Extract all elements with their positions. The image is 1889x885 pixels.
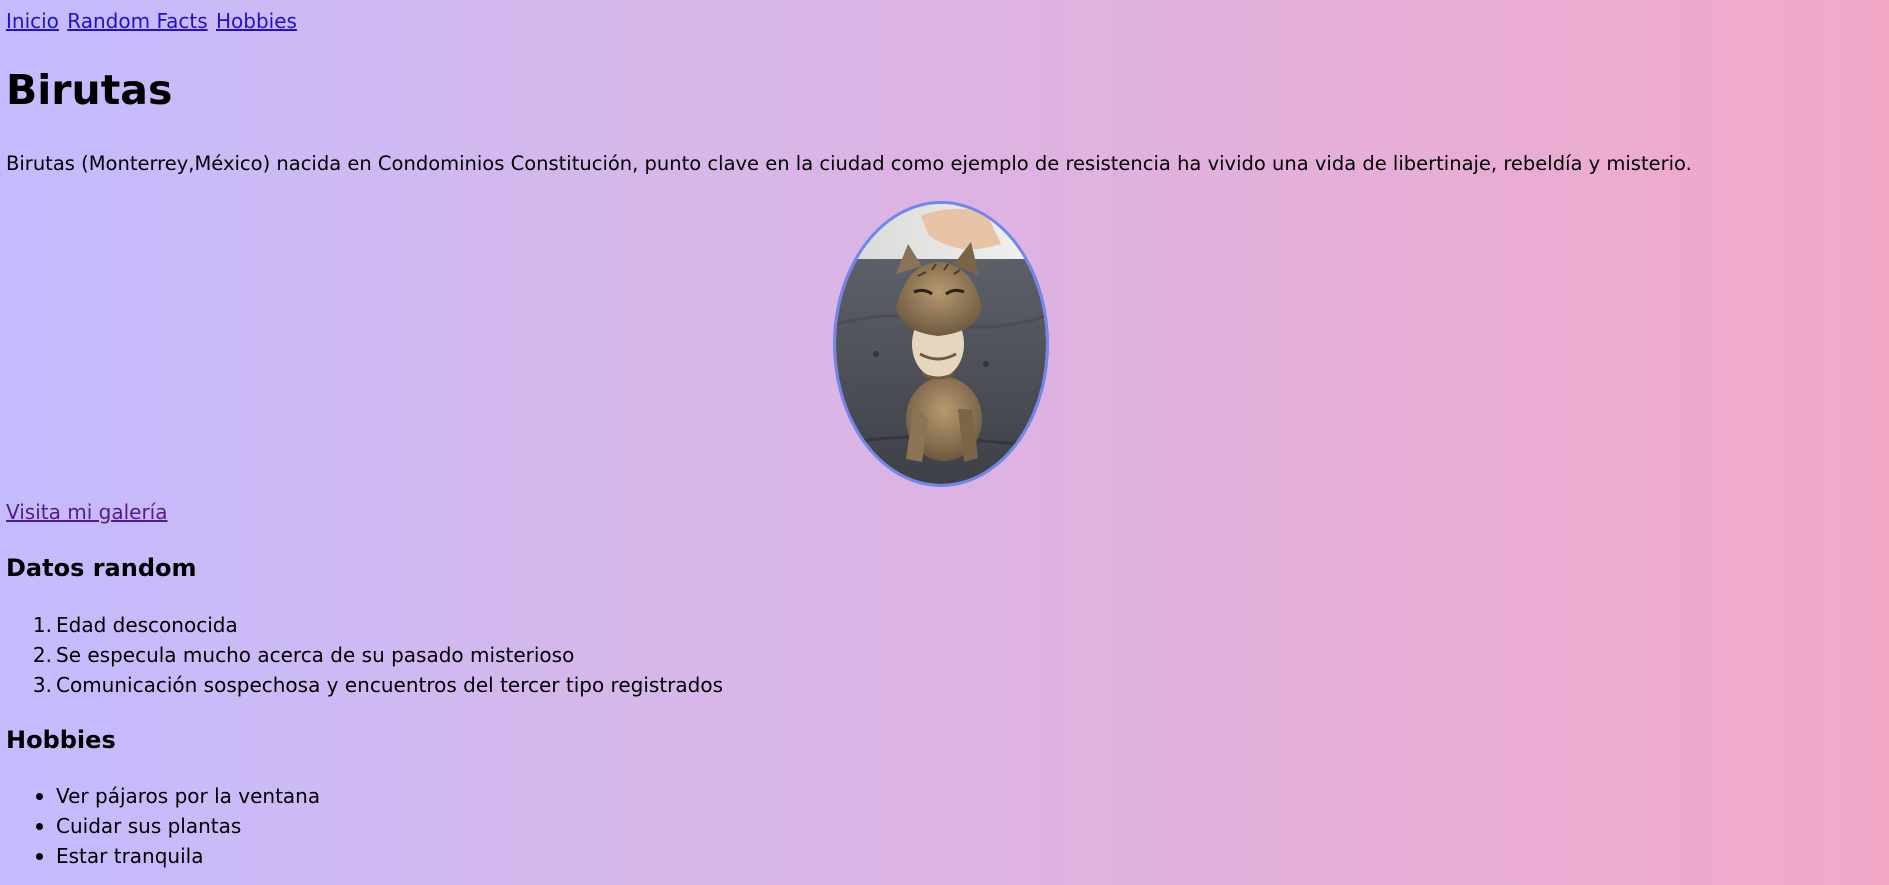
list-item-number: 1. (32, 613, 52, 637)
list-item: 2. Se especula mucho acerca de su pasado… (33, 640, 723, 670)
list-item-label: Cuidar sus plantas (56, 814, 242, 838)
nav-link-inicio[interactable]: Inicio (6, 9, 59, 33)
list-item-number: 2. (32, 643, 52, 667)
list-item: Ver pájaros por la ventana (36, 781, 321, 811)
list-item-number: 3. (32, 673, 52, 697)
hobbies-heading: Hobbies (6, 726, 116, 754)
list-item-label: Comunicación sospechosa y encuentros del… (56, 673, 723, 697)
nav-link-random-facts[interactable]: Random Facts (67, 9, 207, 33)
list-item-label: Edad desconocida (56, 613, 238, 637)
cat-photo-image (836, 204, 1046, 484)
list-item-label: Se especula mucho acerca de su pasado mi… (56, 643, 575, 667)
gallery-link[interactable]: Visita mi galería (6, 500, 167, 524)
intro-paragraph: Birutas (Monterrey,México) nacida en Con… (6, 152, 1692, 175)
bullet-icon (36, 793, 43, 800)
hobbies-list: Ver pájaros por la ventana Cuidar sus pl… (36, 781, 321, 871)
page-title: Birutas (6, 66, 173, 114)
list-item: 3. Comunicación sospechosa y encuentros … (33, 670, 723, 700)
bullet-icon (36, 853, 43, 860)
list-item: 1. Edad desconocida (33, 610, 723, 640)
list-item-label: Ver pájaros por la ventana (56, 784, 321, 808)
list-item: Estar tranquila (36, 841, 320, 871)
bullet-icon (36, 823, 43, 830)
nav-link-hobbies[interactable]: Hobbies (216, 9, 297, 33)
list-item: Cuidar sus plantas (36, 811, 320, 841)
top-nav: Inicio Random Facts Hobbies (6, 9, 299, 33)
list-item-label: Estar tranquila (56, 844, 204, 868)
random-facts-list: 1. Edad desconocida 2. Se especula mucho… (33, 610, 723, 700)
cat-photo (833, 201, 1049, 487)
random-facts-heading: Datos random (6, 554, 197, 582)
